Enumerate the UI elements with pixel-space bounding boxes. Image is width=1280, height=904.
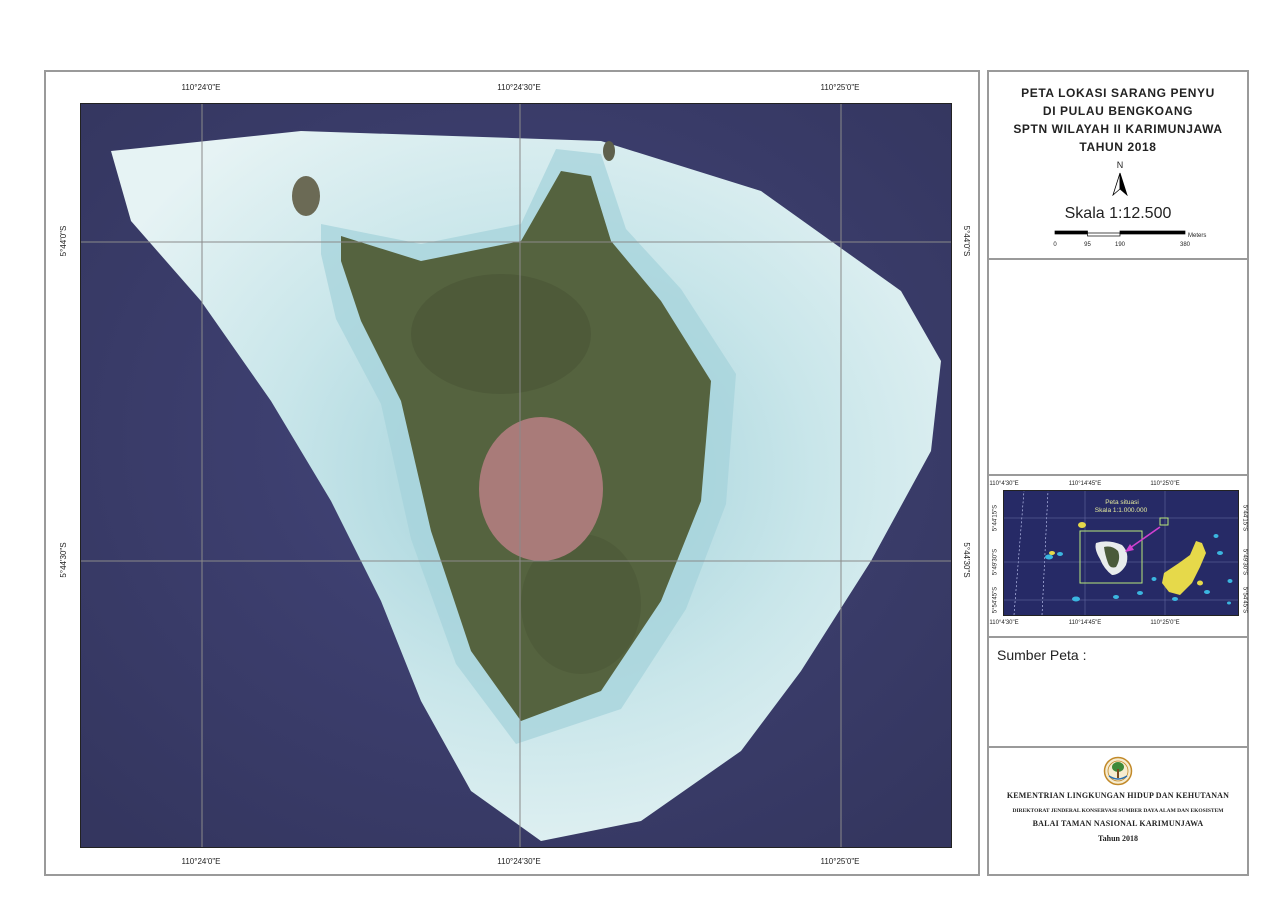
inset-lon-tick-label: 110°25'0"E xyxy=(1150,620,1180,626)
vegetation-shade xyxy=(411,274,591,394)
map-lon-tick-label: 110°25'0"E xyxy=(820,857,860,866)
map-title-line: TAHUN 2018 xyxy=(1079,140,1157,154)
footer-ministry: KEMENTRIAN LINGKUNGAN HIDUP DAN KEHUTANA… xyxy=(1006,791,1230,800)
inset-lon-tick-label: 110°25'0"E xyxy=(1150,481,1180,487)
inset-lat-tick-label: 5°49'30"S xyxy=(1241,548,1248,576)
satellite-image xyxy=(80,103,952,848)
map-title-line: DI PULAU BENGKOANG xyxy=(1042,104,1194,118)
source-label: Sumber Peta : xyxy=(997,647,1087,663)
inset-lon-tick-label: 110°4'30"E xyxy=(989,620,1019,626)
panel-divider xyxy=(987,746,1249,748)
scale-bar-tick-label: 0 xyxy=(1053,242,1057,248)
north-label: N xyxy=(1116,160,1124,170)
map-lon-tick-label: 110°24'0"E xyxy=(181,857,221,866)
north-arrow-icon xyxy=(1112,172,1128,196)
map-lon-tick-label: 110°24'0"E xyxy=(181,83,221,92)
inset-lat-tick-label: 5°54'45"S xyxy=(992,586,999,614)
scale-unit-label: Meters xyxy=(1188,233,1207,239)
scale-bar xyxy=(1054,230,1186,237)
map-lat-tick-label: 5°44'30"S xyxy=(59,542,68,578)
scale-bar-tick-label: 380 xyxy=(1179,242,1191,248)
scale-bar-tick-label: 95 xyxy=(1084,242,1091,248)
map-lon-tick-label: 110°24'30"E xyxy=(497,857,541,866)
scale-bar-segment xyxy=(1054,230,1088,235)
scale-bar-tick-label: 190 xyxy=(1114,242,1126,248)
satellite-image-canvas xyxy=(81,104,951,847)
map-lon-tick-label: 110°24'30"E xyxy=(497,83,541,92)
panel-divider xyxy=(987,258,1249,260)
scale-bar-segment xyxy=(1119,230,1186,235)
panel-divider xyxy=(987,636,1249,638)
footer-directorate: DIREKTORAT JENDERAL KONSERVASI SUMBER DA… xyxy=(1012,808,1224,814)
map-title-line: PETA LOKASI SARANG PENYU xyxy=(1021,86,1215,100)
map-lon-tick-label: 110°25'0"E xyxy=(820,83,860,92)
footer-office: BALAI TAMAN NASIONAL KARIMUNJAWA xyxy=(1032,819,1204,828)
footer-year: Tahun 2018 xyxy=(1098,834,1138,843)
map-lat-tick-label: 5°44'0"S xyxy=(962,225,971,257)
inset-lat-tick-label: 5°44'15"S xyxy=(992,504,999,532)
scale-bar-segment xyxy=(1087,232,1121,237)
islet xyxy=(292,176,320,216)
map-lat-tick-label: 5°44'0"S xyxy=(59,225,68,257)
map-lat-tick-label: 5°44'30"S xyxy=(962,542,971,578)
inset-lat-tick-label: 5°49'30"S xyxy=(992,548,999,576)
map-layout: 110°24'0"E 110°24'30"E 110°25'0"E 110°24… xyxy=(0,0,1280,904)
inset-label: Peta situasi xyxy=(1105,499,1139,506)
panel-divider xyxy=(987,474,1249,476)
bare-ground-patch xyxy=(479,417,603,561)
map-title-line: SPTN WILAYAH II KARIMUNJAWA xyxy=(1013,122,1223,136)
scale-text: Skala 1:12.500 xyxy=(1064,205,1172,222)
inset-lat-tick-label: 5°54'45"S xyxy=(1241,586,1248,614)
inset-lat-tick-label: 5°44'15"S xyxy=(1241,504,1248,532)
ministry-logo-icon xyxy=(1103,756,1133,786)
inset-lon-tick-label: 110°14'45"E xyxy=(1068,481,1102,487)
islet xyxy=(603,141,615,161)
inset-lon-tick-label: 110°14'45"E xyxy=(1068,620,1102,626)
inset-scale: Skala 1:1.000.000 xyxy=(1094,507,1148,514)
inset-lon-tick-label: 110°4'30"E xyxy=(989,481,1019,487)
